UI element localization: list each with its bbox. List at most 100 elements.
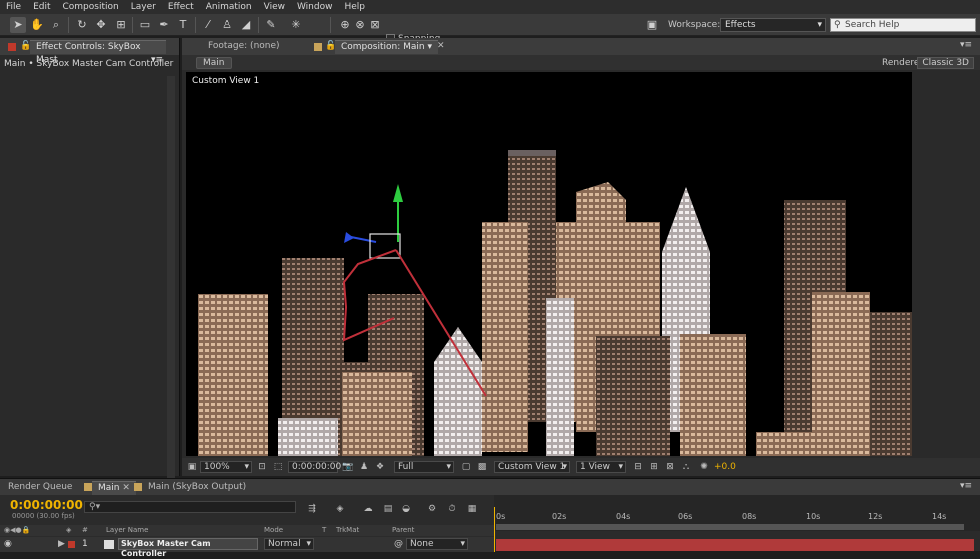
tick-label: 04s — [616, 512, 631, 521]
close-icon[interactable]: ✕ — [437, 41, 445, 51]
timeline-panel: Render Queue Main ✕ Main (SkyBox Output)… — [0, 478, 980, 558]
work-area-bar[interactable] — [496, 524, 964, 530]
number-header: # — [82, 526, 88, 534]
table-row[interactable]: ◉ ▶ 1 SkyBox Master Cam Controller Norma… — [0, 537, 494, 558]
eraser-tool-icon[interactable]: ◢ — [238, 17, 254, 33]
search-help-input[interactable]: ⚲ Search Help — [830, 18, 976, 32]
effect-controls-subtitle: Main • SkyBox Master Cam Controller — [4, 59, 174, 69]
timeline-search-input[interactable]: ⚲▾ — [84, 501, 296, 513]
panel-menu-icon[interactable]: ▾≡ — [960, 481, 972, 491]
timeline-current-time[interactable]: 0:00:00:00 — [10, 498, 83, 512]
tab-effect-controls[interactable]: Effect Controls: SkyBox Mast ▾≡ — [30, 40, 166, 65]
transparency-grid-icon[interactable]: ▩ — [476, 461, 488, 473]
toggle-pixel-aspect-icon[interactable]: ⊟ — [632, 461, 644, 473]
panel-menu-icon[interactable]: ▾≡ — [960, 40, 972, 50]
pick-whip-icon[interactable]: @ — [394, 539, 403, 549]
fast-previews-icon[interactable]: ⊞ — [648, 461, 660, 473]
menu-layer[interactable]: Layer — [125, 2, 162, 12]
mask-visibility-icon[interactable]: ⬚ — [272, 461, 284, 473]
hand-tool-icon[interactable]: ✋ — [29, 17, 45, 33]
expand-arrow-icon[interactable]: ▶ — [58, 539, 65, 549]
building — [546, 298, 574, 456]
pan-behind-tool-icon[interactable]: ⊞ — [113, 17, 129, 33]
toolbar-divider — [132, 17, 133, 33]
workspace-select[interactable]: Effects ▾ — [720, 18, 826, 32]
motion-blur-icon[interactable]: ◒ — [400, 503, 412, 515]
blend-mode-select[interactable]: Normal ▾ — [264, 538, 314, 550]
layer-name[interactable]: SkyBox Master Cam Controller — [118, 538, 258, 558]
always-preview-icon[interactable]: ▣ — [186, 461, 198, 473]
graph-editor-icon[interactable]: ▦ — [466, 503, 478, 515]
timeline-tabs: Render Queue Main ✕ Main (SkyBox Output)… — [0, 479, 980, 495]
view-layout-select[interactable]: 1 View ▾ — [576, 461, 626, 473]
menu-window[interactable]: Window — [291, 2, 339, 12]
exposure-value[interactable]: +0.0 — [714, 462, 736, 472]
hide-shy-layers-icon[interactable]: ☁ — [362, 503, 374, 515]
menu-file[interactable]: File — [0, 2, 27, 12]
clone-stamp-tool-icon[interactable]: ♙ — [219, 17, 235, 33]
workspace-value: Effects — [725, 20, 756, 30]
city-scene — [198, 150, 912, 456]
zoom-tool-icon[interactable]: ⌕ — [48, 17, 64, 33]
label-icon: ◈ — [66, 526, 72, 534]
channel-icon[interactable]: ❖ — [374, 461, 386, 473]
menu-view[interactable]: View — [258, 2, 291, 12]
flowchart-icon[interactable]: ⛬ — [680, 461, 692, 473]
draft-3d-icon[interactable]: ◈ — [334, 503, 346, 515]
layer-duration-bar[interactable] — [496, 539, 974, 551]
camera-orbit-tool-icon[interactable]: ✥ — [93, 17, 109, 33]
playhead[interactable] — [494, 507, 495, 552]
layer-name-header[interactable]: Layer Name — [106, 526, 148, 534]
type-tool-icon[interactable]: T — [175, 17, 191, 33]
menu-effect[interactable]: Effect — [162, 2, 200, 12]
region-of-interest-icon[interactable]: ▢ — [460, 461, 472, 473]
eye-icon[interactable]: ◉ — [4, 539, 12, 549]
exposure-icon[interactable]: ✺ — [698, 461, 710, 473]
renderer-button[interactable]: Classic 3D — [917, 57, 974, 69]
toolbar-divider — [258, 17, 259, 33]
view-axis-mode-icon[interactable]: ⊠ — [367, 17, 383, 33]
puppet-tool-icon[interactable]: ✳ — [288, 17, 304, 33]
rectangle-tool-icon[interactable]: ▭ — [137, 17, 153, 33]
menu-composition[interactable]: Composition — [57, 2, 125, 12]
chevron-down-icon[interactable]: ▾ — [427, 42, 432, 52]
scrollbar[interactable] — [167, 76, 175, 496]
safe-zones-icon[interactable]: ⊡ — [256, 461, 268, 473]
world-axis-mode-icon[interactable]: ⊗ — [352, 17, 368, 33]
composition-navigator-button[interactable]: Main — [196, 57, 232, 69]
brainstorm-icon[interactable]: ⚙ — [426, 503, 438, 515]
tab-composition-main[interactable]: Composition: Main ▾ — [335, 40, 438, 54]
tab-footage[interactable]: Footage: (none) — [202, 40, 286, 54]
menu-edit[interactable]: Edit — [27, 2, 56, 12]
frame-blending-icon[interactable]: ▤ — [382, 503, 394, 515]
resolution-select[interactable]: Full ▾ — [394, 461, 454, 473]
brush-tool-icon[interactable]: ⁄ — [200, 17, 216, 33]
3d-view-select[interactable]: Custom View 1 ▾ — [494, 461, 570, 473]
pen-tool-icon[interactable]: ✒ — [156, 17, 172, 33]
close-icon[interactable]: ✕ — [122, 483, 130, 493]
parent-select[interactable]: None ▾ — [406, 538, 468, 550]
composition-viewport[interactable]: Custom View 1 — [186, 72, 912, 456]
chevron-down-icon: ▾ — [446, 462, 451, 472]
zoom-select[interactable]: 100% ▾ — [200, 461, 252, 473]
label-color-icon[interactable] — [68, 541, 75, 548]
local-axis-mode-icon[interactable]: ⊕ — [337, 17, 353, 33]
menu-help[interactable]: Help — [338, 2, 371, 12]
panel-color-icon — [134, 483, 142, 491]
show-snapshot-icon[interactable]: ♟ — [358, 461, 370, 473]
tick-label: 14s — [932, 512, 947, 521]
workspace-label: Workspace: — [668, 20, 721, 30]
roto-brush-tool-icon[interactable]: ✎ — [263, 17, 279, 33]
tick-label: 08s — [742, 512, 757, 521]
tab-main[interactable]: Main ✕ — [92, 481, 136, 495]
current-time-field[interactable]: 0:00:00:00 — [288, 461, 341, 473]
snapshot-icon[interactable]: 📷 — [342, 461, 354, 473]
rotation-tool-icon[interactable]: ↻ — [74, 17, 90, 33]
selection-tool-icon[interactable]: ➤ — [10, 17, 26, 33]
timeline-icon[interactable]: ⊠ — [664, 461, 676, 473]
menu-animation[interactable]: Animation — [200, 2, 258, 12]
tab-render-queue[interactable]: Render Queue — [2, 481, 78, 495]
tab-main-skybox-output[interactable]: Main (SkyBox Output) — [142, 481, 252, 495]
auto-keyframe-icon[interactable]: ⏱ — [446, 503, 458, 515]
comp-mini-flowchart-icon[interactable]: ⇶ — [306, 503, 318, 515]
